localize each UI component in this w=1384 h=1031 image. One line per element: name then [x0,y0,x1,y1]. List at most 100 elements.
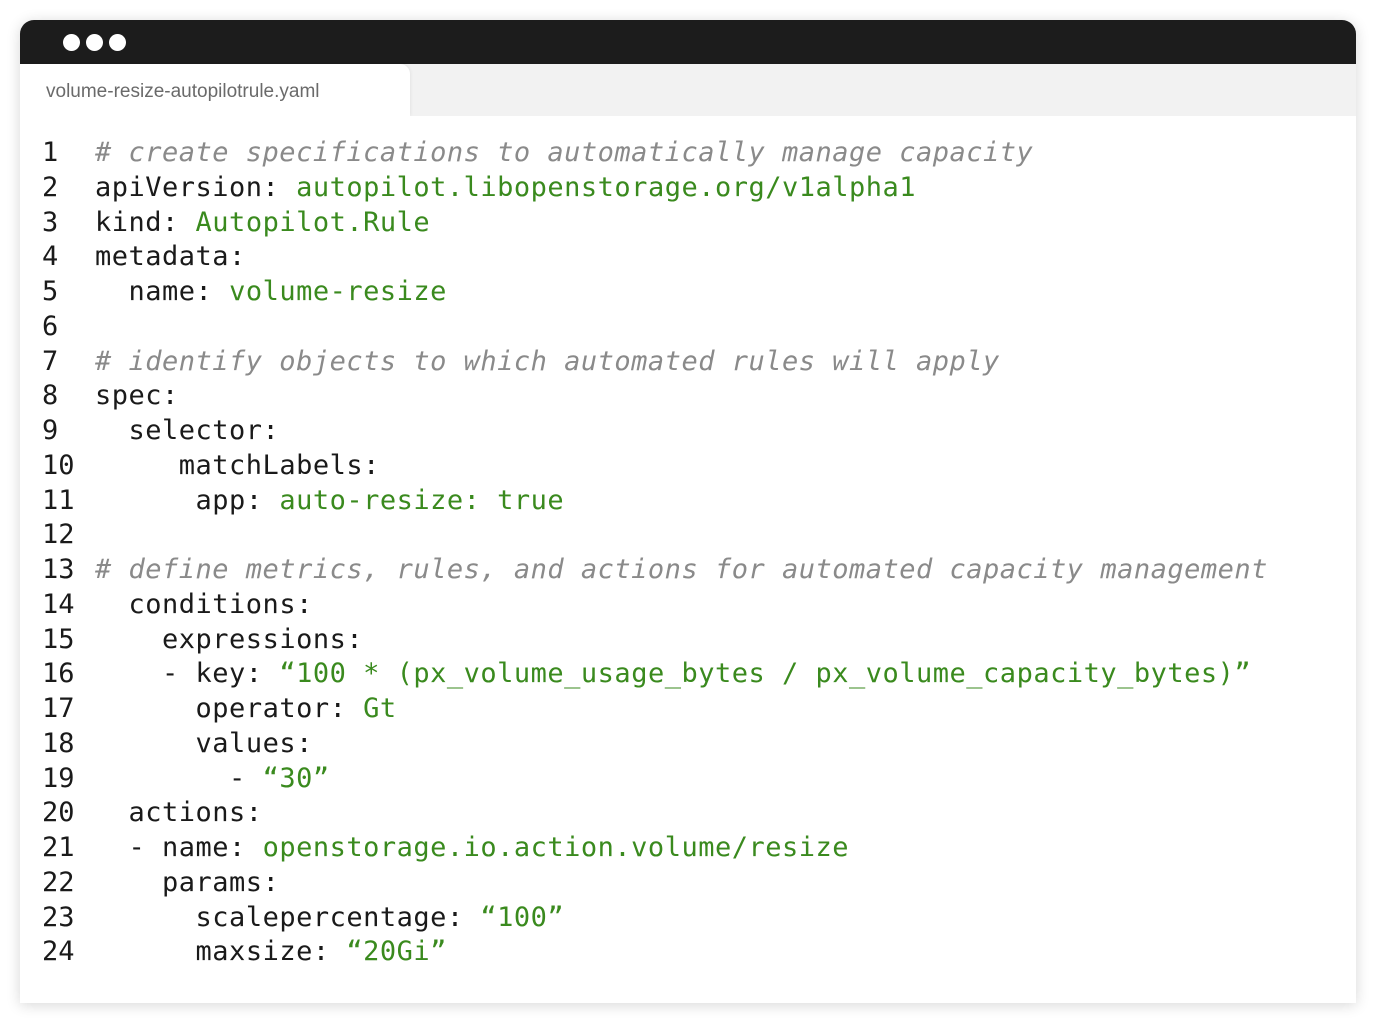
line-code: actions: [95,797,263,828]
line-code: conditions: [95,589,313,620]
code-value: openstorage.io.action.volume/resize [262,832,850,863]
code-line: 12 [42,518,1268,553]
code-comment: # create specifications to automatically… [95,137,1034,168]
line-code: - “30” [95,763,330,794]
code-value: volume-resize [229,276,447,307]
code-line: 17 operator: Gt [42,692,1268,727]
line-number: 15 [42,623,75,655]
line-code: selector: [95,415,279,446]
tab-file[interactable]: volume-resize-autopilotrule.yaml [20,64,410,116]
code-comment: # identify objects to which automated ru… [95,345,1000,377]
line-number: 12 [42,519,75,551]
line-number: 23 [42,901,75,933]
code-line: 13 # define metrics, rules, and actions f… [42,553,1268,588]
line-number: 22 [42,866,75,898]
line-code: # define metrics, rules, and actions for… [95,554,1268,585]
code-key: actions: [128,797,263,829]
line-number: 17 [42,693,75,724]
line-code: params: [95,867,279,898]
code-key: kind: [95,206,196,238]
code-line: 19 - “30” [42,762,1268,797]
code-value: auto-resize: true [279,484,565,516]
code-key: operator: [195,693,364,724]
window-dot-icon[interactable] [63,34,80,51]
line-code: - name: openstorage.io.action.volume/res… [95,832,849,863]
code-line: 4 metadata: [42,240,1268,275]
title-bar [20,20,1356,64]
code-line: 14 conditions: [42,588,1268,623]
code-value: Gt [363,693,397,724]
code-key: values: [195,727,313,759]
code-value: “100” [480,901,565,933]
line-number: 8 [42,380,59,412]
line-number: 18 [42,727,75,759]
line-code: maxsize: “20Gi” [95,936,447,967]
line-code: operator: Gt [95,693,397,724]
line-number: 6 [42,310,59,342]
window-dot-icon[interactable] [109,34,126,51]
line-code: # identify objects to which automated ru… [95,346,1000,377]
line-code: - key: “100 * (px_volume_usage_bytes / p… [95,658,1251,689]
line-number: 10 [42,449,75,481]
code-key: expressions: [162,623,364,655]
code-key: conditions: [128,588,313,620]
code-line: 18 values: [42,727,1268,762]
code-value: “20Gi” [346,936,447,968]
code-line: 10 matchLabels: [42,449,1268,484]
line-code: scalepercentage: “100” [95,902,564,933]
line-code: expressions: [95,624,363,655]
code-line: 6 [42,310,1268,345]
code-line: 8 spec: [42,379,1268,414]
line-code: values: [95,728,313,759]
line-number: 7 [42,345,59,377]
line-number: 19 [42,762,75,794]
line-number: 16 [42,658,75,690]
code-key: maxsize: [195,936,347,968]
code-line: 9 selector: [42,414,1268,449]
code-line: 20 actions: [42,796,1268,831]
code-line: 24 maxsize: “20Gi” [42,935,1268,970]
line-number: 9 [42,415,59,446]
line-number: 14 [42,588,75,620]
line-number: 21 [42,832,75,863]
line-number: 24 [42,936,75,968]
line-code: kind: Autopilot.Rule [95,207,430,238]
code-lines: 1 # create specifications to automaticall… [42,136,1268,970]
code-line: 7 # identify objects to which automated r… [42,345,1268,380]
code-editor[interactable]: 1 # create specifications to automaticall… [20,116,1356,1003]
code-key: apiVersion: [95,171,297,203]
line-number: 20 [42,797,75,829]
line-code: metadata: [95,241,246,272]
code-window: volume-resize-autopilotrule.yaml 1 # crea… [20,20,1356,1003]
line-code: name: volume-resize [95,276,447,307]
line-code: matchLabels: [95,450,380,481]
line-number: 5 [42,276,59,307]
line-code: # create specifications to automatically… [95,137,1033,168]
code-key: name: [128,276,230,307]
code-key: metadata: [95,241,246,273]
code-line: 15 expressions: [42,623,1268,658]
line-code: app: auto-resize: true [95,485,564,516]
line-number: 13 [42,554,75,585]
code-key: selector: [128,415,280,446]
window-dot-icon[interactable] [86,34,103,51]
code-line: 5 name: volume-resize [42,275,1268,310]
code-comment: # define metrics, rules, and actions for… [95,554,1268,585]
code-line: 11 app: auto-resize: true [42,484,1268,519]
code-key: scalepercentage: [195,901,481,933]
code-key: spec: [95,380,179,412]
tab-bar: volume-resize-autopilotrule.yaml [20,64,1356,116]
code-key: - [229,762,263,794]
code-value: “100 * (px_volume_usage_bytes / px_volum… [279,658,1252,690]
